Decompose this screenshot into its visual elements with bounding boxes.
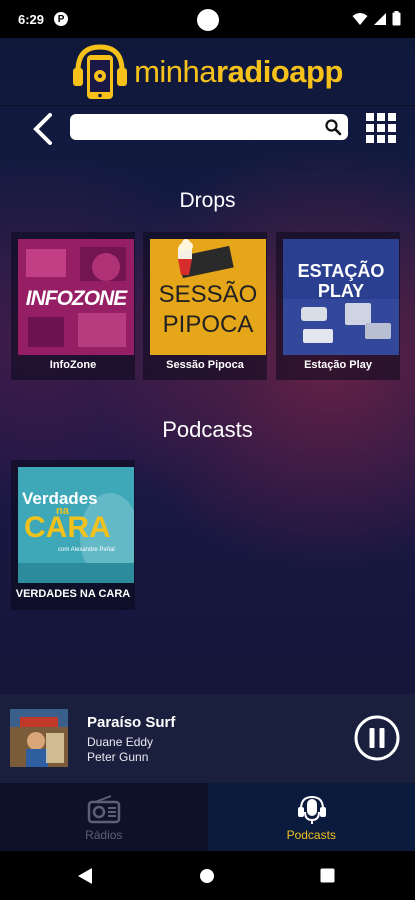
now-playing-bar[interactable]: Paraíso Surf Duane Eddy Peter Gunn <box>0 694 415 783</box>
now-playing-song: Peter Gunn <box>87 750 149 764</box>
grid-menu-icon[interactable] <box>366 113 396 143</box>
verdades-art-subtitle: com Alexandre Peñal <box>58 547 115 553</box>
nav-home-icon[interactable] <box>199 868 215 884</box>
drop-card-estacao-play[interactable]: ESTAÇÃO PLAY Estação Play <box>276 232 400 380</box>
search-row <box>0 110 415 146</box>
logo-prefix: minha <box>134 53 216 89</box>
tab-podcasts[interactable]: Podcasts <box>207 783 415 851</box>
signal-icon <box>374 12 386 25</box>
podcasts-section-title: Podcasts <box>162 417 253 442</box>
drop-card-sessao-pipoca[interactable]: SESSÃO PIPOCA Sessão Pipoca <box>143 232 267 380</box>
tab-podcasts-label: Podcasts <box>286 828 336 842</box>
tab-radios[interactable]: Rádios <box>0 783 208 851</box>
drops-section-title: Drops <box>179 189 236 212</box>
sessao-art-line1: SESSÃO <box>158 281 258 308</box>
estacao-art-line2: PLAY <box>317 281 365 301</box>
status-icons <box>352 11 401 26</box>
now-playing-title: Paraíso Surf <box>87 714 176 731</box>
status-bar: 6:29 P <box>0 0 415 38</box>
now-playing-artist: Duane Eddy <box>87 735 154 749</box>
back-arrow-icon[interactable] <box>30 112 56 146</box>
now-playing-artwork <box>10 709 68 767</box>
status-time: 6:29 <box>18 11 45 27</box>
app-logo: minharadioapp <box>0 38 415 106</box>
podcast-label-verdades-na-cara: VERDADES NA CARA <box>15 588 131 600</box>
tab-radios-label: Rádios <box>85 828 123 842</box>
drop-label-estacao-play: Estação Play <box>304 359 372 371</box>
notification-icon: P <box>54 12 69 26</box>
infozone-cover: INFOZONE <box>18 239 134 355</box>
podcast-card-verdades-na-cara[interactable]: Verdades na CARA com Alexandre Peñal VER… <box>11 460 135 610</box>
logo-middle: radio <box>216 53 290 89</box>
system-nav-bar <box>0 851 415 900</box>
nav-recents-icon[interactable] <box>320 868 335 883</box>
drop-label-infozone: InfoZone <box>49 359 97 371</box>
sessao-pipoca-cover: SESSÃO PIPOCA <box>150 239 266 355</box>
logo-suffix: app <box>289 53 343 89</box>
search-box[interactable] <box>70 114 348 140</box>
pause-button[interactable] <box>354 715 400 761</box>
microphone-icon <box>297 795 326 824</box>
wifi-icon <box>352 12 368 25</box>
verdades-na-cara-cover: Verdades na CARA com Alexandre Peñal <box>18 467 134 583</box>
phone-headphones-logo-icon <box>73 43 128 99</box>
drop-card-infozone[interactable]: INFOZONE InfoZone <box>11 232 135 380</box>
search-icon[interactable] <box>324 118 342 136</box>
radio-icon <box>87 795 121 824</box>
camera-cutout <box>197 9 219 31</box>
battery-icon <box>392 11 401 26</box>
estacao-art-line1: ESTAÇÃO <box>297 261 385 281</box>
sessao-art-line2: PIPOCA <box>162 311 254 338</box>
drop-label-sessao-pipoca: Sessão Pipoca <box>166 359 244 371</box>
estacao-play-cover: ESTAÇÃO PLAY <box>283 239 399 355</box>
bottom-tab-bar: Rádios Podcasts <box>0 783 415 851</box>
app-screen: minharadioapp Drops INFOZONE InfoZone SE… <box>0 38 415 783</box>
infozone-art-text: INFOZONE <box>25 287 128 310</box>
nav-back-icon[interactable] <box>77 867 93 885</box>
verdades-art-line3: CARA <box>24 511 111 544</box>
app-logo-text: minharadioapp <box>134 54 343 90</box>
search-input[interactable] <box>70 114 320 140</box>
